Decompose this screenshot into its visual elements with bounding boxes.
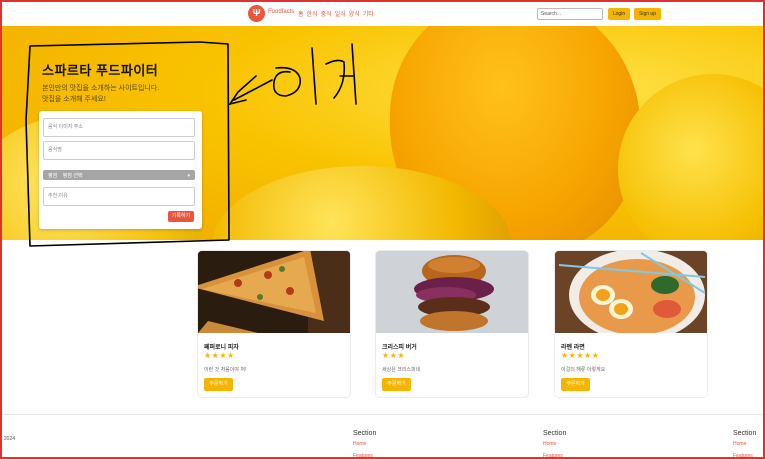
brand-name[interactable]: Foodfacts (268, 9, 294, 15)
food-card: 라멘 라면 ★★★★★ 이걸의 해류 이렇게요 주문하기 (554, 250, 708, 398)
footer-divider (2, 414, 763, 415)
reason-textarea[interactable]: 추천 이유 (43, 187, 195, 206)
footer-link-home[interactable]: Home (543, 441, 566, 447)
card-title: 크리스피 버거 (382, 345, 417, 351)
star-rating: ★★★ (382, 351, 406, 360)
footer-section: Section Home Features (733, 430, 756, 459)
footer-link-home[interactable]: Home (733, 441, 756, 447)
footer-link-features[interactable]: Features (733, 453, 756, 459)
search-input[interactable]: Search... (537, 8, 603, 20)
food-card: 페퍼로니 피자 ★★★★ 이런 것 처음이야 처! 주문하기 (197, 250, 351, 398)
rating-select[interactable]: 평점 평점 선택 ▾ (43, 170, 195, 180)
footer-section: Section Home Features (543, 430, 566, 459)
footer-heading: Section (543, 430, 567, 437)
footer-link-home[interactable]: Home (353, 441, 376, 447)
ramen-image (555, 251, 707, 333)
nav-link-home[interactable]: 홈 (298, 9, 304, 18)
submit-button[interactable]: 기록하기 (168, 211, 194, 222)
food-card: 크리스피 버거 ★★★ 세상은 크리스피네 주문하기 (375, 250, 529, 398)
image-url-input[interactable]: 음식 이미지 주소 (43, 118, 195, 137)
nav-link-western[interactable]: 양식 (349, 9, 360, 18)
order-button[interactable]: 주문하기 (204, 378, 233, 391)
card-title: 페퍼로니 피자 (204, 345, 239, 351)
rating-select-label: 평점 (48, 173, 58, 179)
card-description: 세상은 크리스피네 (382, 367, 421, 373)
card-title: 라멘 라면 (561, 345, 585, 351)
rating-select-value: 평점 선택 (62, 173, 83, 179)
hero-subtitle-line2: 맛집을 소개해 주세요! (42, 96, 106, 103)
chevron-down-icon: ▾ (187, 173, 190, 179)
signup-button[interactable]: Sign up (634, 8, 661, 20)
star-rating: ★★★★★ (561, 351, 600, 360)
fork-knife-logo-icon[interactable]: Ψ (248, 5, 265, 22)
star-rating: ★★★★ (204, 351, 235, 360)
burger-image (376, 251, 528, 333)
order-button[interactable]: 주문하기 (382, 378, 411, 391)
nav-link-korean[interactable]: 한식 (307, 9, 318, 18)
recommend-form: 음식 이미지 주소 음식명 평점 평점 선택 ▾ 추천 이유 기록하기 (39, 111, 202, 229)
footer-section: Section Home Features (353, 430, 376, 459)
hero-title: 스파르타 푸드파이터 (42, 63, 159, 78)
login-button[interactable]: Login (608, 8, 630, 20)
card-description: 이걸의 해류 이렇게요 (561, 367, 606, 373)
navbar: Ψ Foodfacts 홈 한식 중식 일식 양식 기타 Search... L… (2, 2, 763, 24)
footer-link-features[interactable]: Features (353, 453, 376, 459)
card-description: 이런 것 처음이야 처! (204, 367, 247, 373)
footer-link-features[interactable]: Features (543, 453, 566, 459)
footer-heading: Section (353, 430, 377, 437)
hero-subtitle: 본인만의 맛집을 소개하는 사이트입니다. 맛집을 소개해 주세요! (42, 83, 159, 105)
nav-links: 홈 한식 중식 일식 양식 기타 (298, 9, 374, 18)
order-button[interactable]: 주문하기 (561, 378, 590, 391)
nav-link-etc[interactable]: 기타 (363, 9, 374, 18)
pizza-image (198, 251, 350, 333)
nav-link-japanese[interactable]: 일식 (335, 9, 346, 18)
nav-link-chinese[interactable]: 중식 (321, 9, 332, 18)
hero-subtitle-line1: 본인만의 맛집을 소개하는 사이트입니다. (42, 85, 160, 92)
food-name-input[interactable]: 음식명 (43, 141, 195, 160)
footer-heading: Section (733, 430, 757, 437)
lemon-image (618, 74, 763, 240)
copyright-text: s 2024 (0, 436, 16, 442)
